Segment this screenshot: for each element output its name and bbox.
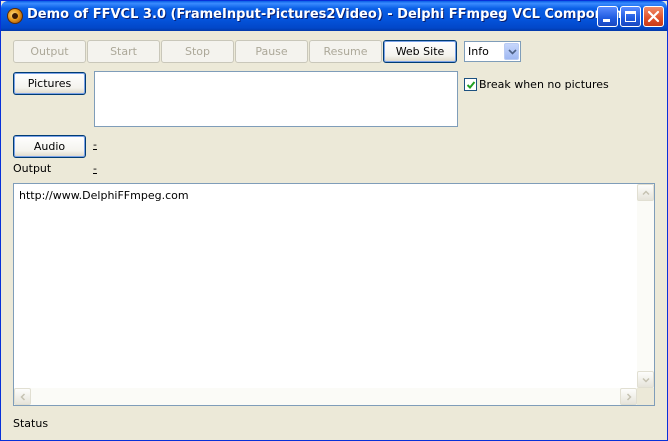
scroll-down-button[interactable] [637,371,654,388]
main-window: Demo of FFVCL 3.0 (FrameInput-Pictures2V… [0,0,668,441]
checkmark-icon [466,81,476,89]
chevron-up-icon [642,190,650,196]
maximize-icon [625,11,636,22]
vertical-scrollbar[interactable] [637,184,654,388]
pause-button[interactable]: Pause [235,40,308,63]
chevron-down-icon [508,49,517,55]
resume-button[interactable]: Resume [309,40,382,63]
horizontal-scrollbar[interactable] [14,388,637,405]
status-text: Status [13,417,49,430]
start-button[interactable]: Start [87,40,160,63]
chevron-right-icon [626,393,632,401]
chevron-left-icon [20,393,26,401]
audio-file-value: - [93,138,97,151]
audio-button[interactable]: Audio [13,135,86,158]
scroll-up-button[interactable] [637,184,654,201]
close-button[interactable] [643,6,664,27]
pictures-list[interactable] [94,71,458,127]
log-level-value: Info [468,45,489,58]
stop-button[interactable]: Stop [161,40,234,63]
break-checkbox-label[interactable]: Break when no pictures [479,78,609,91]
output-label: Output [13,162,52,175]
pictures-button[interactable]: Pictures [13,72,86,95]
app-icon[interactable] [7,8,23,24]
log-level-select[interactable]: Info [464,41,521,62]
scroll-left-button[interactable] [14,388,31,405]
output-button[interactable]: Output [13,40,86,63]
close-icon [647,10,660,23]
chevron-down-icon [642,377,650,383]
title-bar[interactable]: Demo of FFVCL 3.0 (FrameInput-Pictures2V… [1,1,667,31]
break-checkbox[interactable] [464,78,477,91]
scroll-right-button[interactable] [620,388,637,405]
log-text: http://www.DelphiFFmpeg.com [19,189,189,202]
dropdown-button[interactable] [504,43,519,60]
scrollbar-corner [637,388,654,405]
minimize-icon [603,19,610,22]
window-title: Demo of FFVCL 3.0 (FrameInput-Pictures2V… [27,7,636,22]
log-memo[interactable]: http://www.DelphiFFmpeg.com [13,183,655,406]
minimize-button[interactable] [597,6,618,27]
website-button[interactable]: Web Site [383,40,457,63]
maximize-button[interactable] [620,6,641,27]
output-file-value: - [93,162,97,175]
